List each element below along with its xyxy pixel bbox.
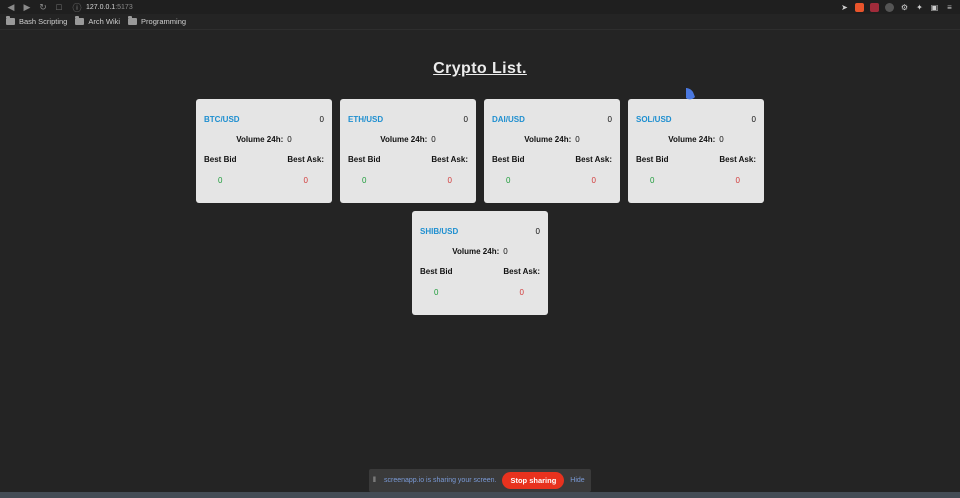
sidebar-icon[interactable]: ▣ <box>930 3 939 12</box>
best-bid-label: Best Bid <box>348 155 381 164</box>
nav-buttons: ◀ ▶ ↻ □ <box>6 2 64 13</box>
bookmark-label: Arch Wiki <box>88 17 121 26</box>
share-icon[interactable]: ➤ <box>840 3 849 12</box>
volume-value: 0 <box>287 135 292 144</box>
browser-toolbar: ◀ ▶ ↻ □ ⓘ 127.0.0.1:5173 ➤ ⚙ ✦ ▣ ≡ <box>0 0 960 14</box>
volume-label: Volume 24h: <box>452 247 500 256</box>
drag-handle-icon[interactable]: ‖ <box>373 477 381 484</box>
best-ask-label: Best Ask: <box>575 155 612 164</box>
volume-value: 0 <box>431 135 436 144</box>
url-text: 127.0.0.1:5173 <box>86 4 133 11</box>
card-price: 0 <box>751 115 756 124</box>
hide-button[interactable]: Hide <box>570 477 584 484</box>
page-title: Crypto List. <box>433 60 527 77</box>
volume-value: 0 <box>503 247 508 256</box>
bookmark-label: Bash Scripting <box>19 17 68 26</box>
crypto-card-shib: SHIB/USD 0 Volume 24h: 0 Best Bid Best As… <box>412 211 548 315</box>
bookmark-icon[interactable]: □ <box>54 2 64 12</box>
best-bid-label: Best Bid <box>636 155 669 164</box>
card-symbol: SHIB/USD <box>420 227 459 236</box>
gear-icon[interactable]: ⚙ <box>900 3 909 12</box>
best-bid-value: 0 <box>506 176 511 185</box>
card-symbol: ETH/USD <box>348 115 384 124</box>
volume-label: Volume 24h: <box>524 135 572 144</box>
extensions-icon[interactable]: ✦ <box>915 3 924 12</box>
best-ask-label: Best Ask: <box>431 155 468 164</box>
card-volume: Volume 24h: 0 <box>340 135 476 144</box>
forward-icon[interactable]: ▶ <box>22 2 32 12</box>
best-ask-label: Best Ask: <box>287 155 324 164</box>
best-bid-value: 0 <box>362 176 367 185</box>
volume-value: 0 <box>719 135 724 144</box>
url-host: 127.0.0.1 <box>86 3 116 11</box>
bookmark-programming[interactable]: Programming <box>128 16 187 26</box>
volume-label: Volume 24h: <box>380 135 428 144</box>
menu-icon[interactable]: ≡ <box>945 3 954 12</box>
info-icon[interactable]: ⓘ <box>72 2 82 13</box>
best-ask-value: 0 <box>735 176 740 185</box>
volume-label: Volume 24h: <box>236 135 284 144</box>
card-volume: Volume 24h: 0 <box>196 135 332 144</box>
url-port: :5173 <box>115 3 133 11</box>
crypto-card-sol: SOL/USD 0 Volume 24h: 0 Best Bid Best Ask… <box>628 99 764 203</box>
share-message: screenapp.io is sharing your screen. <box>384 477 497 484</box>
brave-shield-icon[interactable] <box>855 2 864 12</box>
brave-rewards-icon[interactable] <box>870 2 879 12</box>
screen-share-bar: ‖ screenapp.io is sharing your screen. S… <box>369 469 591 492</box>
folder-icon <box>128 16 138 25</box>
card-price: 0 <box>319 115 324 124</box>
best-ask-value: 0 <box>519 288 524 297</box>
best-ask-value: 0 <box>303 176 308 185</box>
card-volume: Volume 24h: 0 <box>412 247 548 256</box>
card-price: 0 <box>463 115 468 124</box>
best-ask-label: Best Ask: <box>503 267 540 276</box>
taskbar-strip <box>0 492 960 498</box>
bookmarks-bar: Bash Scripting Arch Wiki Programming <box>0 14 960 30</box>
folder-icon <box>6 16 15 25</box>
reload-icon[interactable]: ↻ <box>38 2 48 12</box>
best-bid-value: 0 <box>434 288 439 297</box>
best-bid-label: Best Bid <box>420 267 453 276</box>
bookmark-arch-wiki[interactable]: Arch Wiki <box>75 16 121 26</box>
volume-value: 0 <box>575 135 580 144</box>
card-price: 0 <box>535 227 540 236</box>
best-ask-value: 0 <box>447 176 452 185</box>
best-bid-label: Best Bid <box>204 155 237 164</box>
extension-icons: ➤ ⚙ ✦ ▣ ≡ <box>840 1 954 13</box>
folder-icon <box>75 16 85 25</box>
back-icon[interactable]: ◀ <box>6 2 16 12</box>
best-ask-label: Best Ask: <box>719 155 756 164</box>
bookmark-bash-scripting[interactable]: Bash Scripting <box>6 16 68 26</box>
card-symbol: BTC/USD <box>204 115 240 124</box>
card-symbol: DAI/USD <box>492 115 525 124</box>
card-symbol: SOL/USD <box>636 115 672 124</box>
crypto-card-btc: BTC/USD 0 Volume 24h: 0 Best Bid Best Ask… <box>196 99 332 203</box>
best-bid-value: 0 <box>218 176 223 185</box>
mouse-cursor-icon <box>686 88 695 100</box>
stop-sharing-button[interactable]: Stop sharing <box>502 472 565 489</box>
best-bid-label: Best Bid <box>492 155 525 164</box>
card-volume: Volume 24h: 0 <box>484 135 620 144</box>
card-price: 0 <box>607 115 612 124</box>
wallet-icon[interactable] <box>885 2 894 12</box>
address-bar[interactable]: ⓘ 127.0.0.1:5173 <box>72 1 824 13</box>
best-bid-value: 0 <box>650 176 655 185</box>
crypto-card-dai: DAI/USD 0 Volume 24h: 0 Best Bid Best Ask… <box>484 99 620 203</box>
bookmark-label: Programming <box>141 17 187 26</box>
card-volume: Volume 24h: 0 <box>628 135 764 144</box>
crypto-card-eth: ETH/USD 0 Volume 24h: 0 Best Bid Best Ask… <box>340 99 476 203</box>
best-ask-value: 0 <box>591 176 596 185</box>
volume-label: Volume 24h: <box>668 135 716 144</box>
